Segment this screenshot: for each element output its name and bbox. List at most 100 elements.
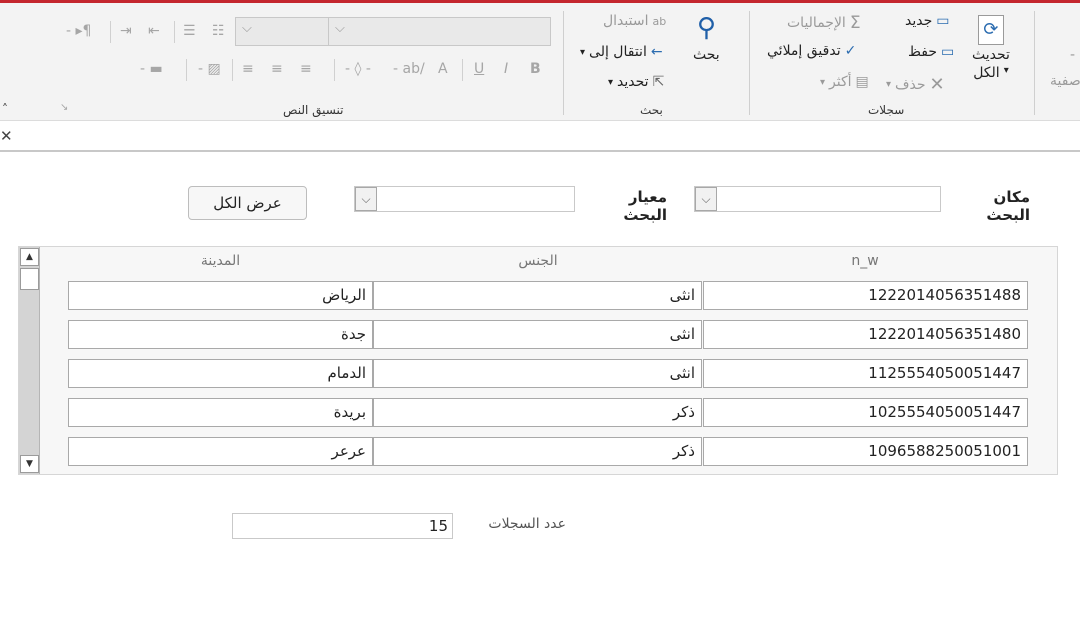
table-row-city-cell[interactable]: جدة <box>68 320 373 349</box>
chevron-down-icon: ⌵ <box>242 21 252 36</box>
ribbon-separator <box>563 11 564 115</box>
group-label-records: سجلات <box>868 103 905 117</box>
delete-x-icon: ✕ <box>929 74 945 95</box>
replace-icon: ab <box>652 14 667 28</box>
show-all-button[interactable]: عرض الكل <box>188 186 307 220</box>
bullets-icon[interactable]: ☰ <box>183 23 196 39</box>
vertical-scrollbar[interactable]: ▲ ▼ <box>19 247 40 474</box>
italic-icon[interactable]: I <box>504 61 508 77</box>
search-criteria-input[interactable] <box>354 186 575 212</box>
chevron-down-icon: ⌵ <box>701 191 711 206</box>
goto-button[interactable]: ▾ انتقال إلى ← <box>580 44 663 60</box>
select-button[interactable]: ▾ تحديد ⇱ <box>608 74 664 90</box>
partial-group-label: صفية <box>1050 73 1080 89</box>
decrease-indent-icon[interactable]: ⇤ <box>148 23 160 39</box>
table-row-nw-cell[interactable]: 1222014056351480 <box>703 320 1028 349</box>
dropdown-arrow-icon: ▾ <box>608 76 614 88</box>
spelling-check-icon: ✓ <box>844 43 857 59</box>
new-record-icon: ▭ <box>936 13 950 29</box>
new-record-button[interactable]: جديد ▭ <box>905 13 949 29</box>
document-tab-bar: ✕ <box>0 121 1080 152</box>
ribbon-separator <box>1034 11 1035 115</box>
refresh-icon: ⟳ <box>977 15 1004 45</box>
ribbon: صفية - ⟳ تحديث الكل ▾ جديد ▭ حفظ ▭ ▾ حذف … <box>0 3 1080 121</box>
collapse-ribbon-icon[interactable]: ˄ <box>2 102 8 116</box>
group-label-text-format: تنسيق النص <box>283 103 344 117</box>
format-separator <box>462 59 463 81</box>
chevron-down-icon: ⌵ <box>335 21 345 36</box>
search-location-input[interactable] <box>694 186 941 212</box>
increase-indent-icon[interactable]: ⇥ <box>120 23 132 39</box>
numbering-icon[interactable]: ☷ <box>212 23 225 39</box>
record-count-label: عدد السجلات <box>488 516 566 532</box>
font-name-combo[interactable]: ⌵ <box>328 17 551 46</box>
table-row-city-cell[interactable]: الدمام <box>68 359 373 388</box>
highlight-icon[interactable]: - ab/ <box>393 61 425 77</box>
align-center-icon[interactable]: ≡ <box>271 61 283 77</box>
record-count-field[interactable]: 15 <box>232 513 453 539</box>
table-row-gender-cell[interactable]: انثى <box>373 320 702 349</box>
align-right-icon[interactable]: ≡ <box>300 61 312 77</box>
delete-button[interactable]: ▾ حذف ✕ <box>886 74 945 95</box>
dropdown-arrow-icon: ▾ <box>820 76 826 88</box>
search-criteria-dropdown[interactable]: ⌵ <box>355 187 377 211</box>
alt-row-color-icon[interactable]: - ▬ <box>140 61 163 77</box>
bold-icon[interactable]: B <box>530 61 541 77</box>
table-row-gender-cell[interactable]: ذكر <box>373 398 702 427</box>
partial-dash-icon: - <box>1070 47 1076 63</box>
table-row-nw-cell[interactable]: 1222014056351488 <box>703 281 1028 310</box>
totals-button[interactable]: الإجماليات Σ <box>787 13 861 33</box>
dropdown-arrow-icon: ▾ <box>1003 65 1009 76</box>
table-row-gender-cell[interactable]: انثى <box>373 359 702 388</box>
underline-icon[interactable]: U <box>474 61 484 77</box>
table-row-gender-cell[interactable]: انثى <box>373 281 702 310</box>
format-separator <box>232 59 233 81</box>
dialog-launcher-icon[interactable]: ↘ <box>60 102 68 113</box>
table-row-city-cell[interactable]: عرعر <box>68 437 373 466</box>
more-button[interactable]: ▾ أكثر ▤ <box>820 74 869 90</box>
arrow-left-icon: ← <box>650 44 663 60</box>
records-grid: ▲ ▼ n_w الجنس المدينة 1222014056351488 ا… <box>18 246 1058 475</box>
gridlines-icon[interactable]: - ▨ <box>198 61 221 77</box>
save-icon: ▭ <box>941 44 955 60</box>
cursor-icon: ⇱ <box>652 74 665 90</box>
font-size-combo[interactable]: ⌵ <box>235 17 329 46</box>
format-separator <box>186 59 187 81</box>
sigma-icon: Σ <box>849 13 861 33</box>
chevron-down-icon: ⌵ <box>361 191 371 206</box>
dropdown-arrow-icon: ▾ <box>886 79 892 90</box>
search-location-label: مكان البحث <box>986 188 1030 224</box>
fill-color-icon[interactable]: - ◊ - <box>345 61 371 77</box>
format-separator <box>334 59 335 81</box>
format-separator <box>110 21 111 43</box>
more-grid-icon: ▤ <box>855 74 869 90</box>
refresh-all-button[interactable]: ⟳ تحديث الكل ▾ <box>972 15 1010 81</box>
table-row-nw-cell[interactable]: 1096588250051001 <box>703 437 1028 466</box>
table-row-gender-cell[interactable]: ذكر <box>373 437 702 466</box>
align-left-icon[interactable]: ≡ <box>242 61 254 77</box>
column-header-gender: الجنس <box>518 253 558 269</box>
scroll-thumb[interactable] <box>20 268 39 290</box>
search-criteria-label: معيار البحث <box>623 188 667 224</box>
find-button[interactable]: ⚲ بحث <box>693 13 720 63</box>
table-row-nw-cell[interactable]: 1125554050051447 <box>703 359 1028 388</box>
dropdown-arrow-icon: ▾ <box>580 46 586 58</box>
table-row-nw-cell[interactable]: 1025554050051447 <box>703 398 1028 427</box>
spelling-button[interactable]: تدقيق إملائي ✓ <box>767 43 856 59</box>
format-separator <box>174 21 175 43</box>
column-header-nw: n_w <box>851 253 879 269</box>
scroll-down-button[interactable]: ▼ <box>20 455 39 473</box>
paragraph-direction-icon[interactable]: - ▸¶ <box>66 23 91 39</box>
close-icon[interactable]: ✕ <box>0 127 13 145</box>
table-row-city-cell[interactable]: بريدة <box>68 398 373 427</box>
search-location-dropdown[interactable]: ⌵ <box>695 187 717 211</box>
column-header-city: المدينة <box>200 253 241 269</box>
group-label-find: بحث <box>640 103 663 117</box>
ribbon-separator <box>749 11 750 115</box>
table-row-city-cell[interactable]: الرياض <box>68 281 373 310</box>
magnifier-icon: ⚲ <box>696 13 716 43</box>
replace-button[interactable]: استبدال ab <box>603 13 666 29</box>
save-button[interactable]: حفظ ▭ <box>908 44 954 60</box>
font-color-icon[interactable]: A <box>438 61 448 77</box>
scroll-up-button[interactable]: ▲ <box>20 248 39 266</box>
